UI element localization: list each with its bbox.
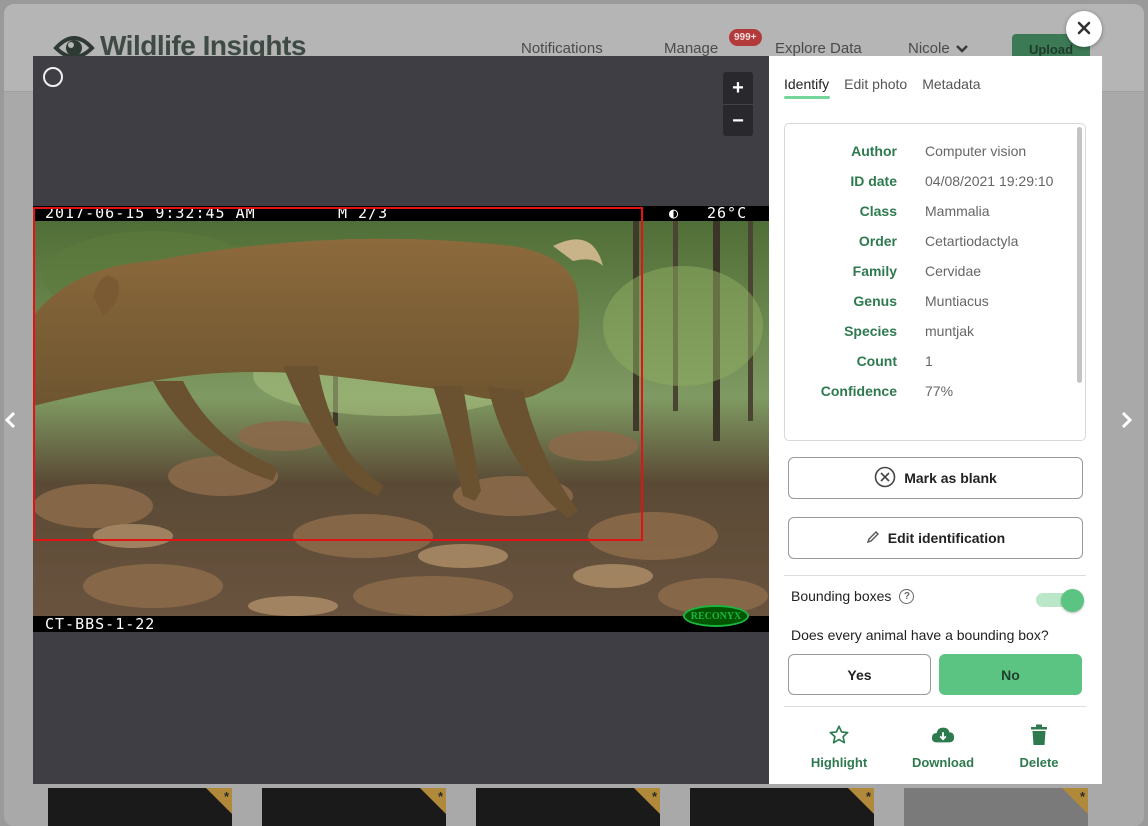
close-icon [1077, 18, 1091, 41]
detail-value: 1 [925, 353, 933, 369]
panel-tabs: Identify Edit photo Metadata [784, 76, 981, 99]
download-label: Download [911, 755, 975, 770]
nav-manage[interactable]: Manage [664, 40, 718, 57]
details-scrollbar[interactable] [1077, 127, 1082, 383]
thumbnail[interactable]: * [262, 788, 446, 826]
reconyx-logo: RECONYX [683, 605, 749, 627]
identification-details-card: Author Computer vision ID date 04/08/2021 … [784, 123, 1086, 441]
detail-value: Mammalia [925, 203, 990, 219]
thumbnail[interactable]: * [690, 788, 874, 826]
star-icon: * [437, 789, 443, 804]
detail-value: Cervidae [925, 263, 982, 279]
bounding-box-question: Does every animal have a bounding box? [791, 627, 1049, 643]
thumbnail[interactable]: * [904, 788, 1088, 826]
detail-label: Author [851, 143, 897, 159]
mark-as-blank-button[interactable]: Mark as blank [788, 457, 1083, 499]
detail-row-id-date: ID date 04/08/2021 19:29:10 [785, 173, 1075, 193]
detail-value: Muntiacus [925, 293, 989, 309]
tab-identify[interactable]: Identify [784, 76, 831, 99]
edit-identification-button[interactable]: Edit identification [788, 517, 1083, 559]
delete-label: Delete [1019, 755, 1059, 770]
zoom-in-button[interactable]: + [723, 72, 753, 104]
star-outline-icon [828, 724, 850, 749]
identify-panel: Identify Edit photo Metadata Author Compu… [769, 56, 1102, 784]
thumbnail-strip: * * * * * [48, 788, 1144, 826]
camera-trap-photo[interactable]: 2017-06-15 9:32:45 AM M 2/3 ◐ 26°C CT-BB… [33, 206, 769, 632]
user-menu[interactable]: Nicole [908, 40, 968, 57]
detail-row-count: Count 1 [785, 353, 1075, 373]
next-image-arrow-icon[interactable] [1117, 408, 1137, 432]
delete-button[interactable]: Delete [999, 724, 1079, 774]
photo-camera-id: CT-BBS-1-22 [45, 615, 156, 632]
circle-select-icon[interactable] [43, 67, 63, 87]
detail-row-genus: Genus Muntiacus [785, 293, 1075, 313]
detail-value: muntjak [925, 323, 975, 339]
close-modal-button[interactable] [1066, 11, 1102, 47]
image-viewer: + − 2017-06-15 9:32:45 AM M 2/3 ◐ 26°C C… [33, 56, 769, 784]
detail-row-author: Author Computer vision [785, 143, 1075, 163]
detail-row-species: Species muntjak [785, 323, 1075, 343]
thumbnail[interactable]: * [48, 788, 232, 826]
detail-label: Species [844, 323, 897, 339]
photo-temperature: 26°C [707, 206, 748, 222]
section-divider [784, 706, 1086, 707]
section-divider [784, 575, 1086, 576]
star-icon: * [1079, 789, 1085, 804]
detail-value: 77% [925, 383, 954, 399]
tab-edit-photo[interactable]: Edit photo [844, 76, 907, 92]
detail-label: Confidence [820, 383, 897, 399]
no-button[interactable]: No [939, 654, 1082, 695]
bounding-box[interactable] [33, 207, 643, 541]
detail-label: ID date [850, 173, 897, 189]
nav-notifications[interactable]: Notifications [521, 40, 603, 57]
trash-icon [1030, 724, 1048, 749]
tab-metadata[interactable]: Metadata [922, 76, 980, 92]
download-button[interactable]: Download [903, 724, 983, 774]
detail-row-class: Class Mammalia [785, 203, 1075, 223]
detail-value: Cetartiodactyla [925, 233, 1019, 249]
zoom-controls: + − [723, 72, 753, 136]
previous-image-arrow-icon[interactable] [0, 408, 20, 432]
thumbnail[interactable]: * [476, 788, 660, 826]
chevron-down-icon [955, 40, 968, 57]
bounding-boxes-toggle[interactable] [1036, 589, 1084, 612]
reconyx-logo-text: RECONYX [690, 610, 742, 622]
detail-label: Genus [853, 293, 897, 309]
detail-value: 04/08/2021 19:29:10 [925, 173, 1054, 189]
bounding-boxes-label: Bounding boxes ? [791, 588, 915, 604]
zoom-out-button[interactable]: − [723, 105, 753, 137]
detail-label: Order [858, 233, 897, 249]
help-icon[interactable]: ? [899, 588, 915, 604]
detail-row-confidence: Confidence 77% [785, 383, 1075, 403]
detail-label: Family [852, 263, 897, 279]
circle-x-icon [874, 466, 896, 491]
bounding-boxes-text: Bounding boxes [791, 588, 892, 604]
manage-count-badge: 999+ [729, 29, 762, 46]
detail-row-order: Order Cetartiodactyla [785, 233, 1075, 253]
moon-phase-icon: ◐ [669, 206, 680, 222]
pencil-icon [866, 530, 880, 547]
detail-label: Class [859, 203, 897, 219]
detail-value: Computer vision [925, 143, 1027, 159]
detail-row-family: Family Cervidae [785, 263, 1075, 283]
star-icon: * [223, 789, 229, 804]
edit-identification-label: Edit identification [887, 530, 1006, 546]
star-icon: * [865, 789, 871, 804]
yes-button[interactable]: Yes [788, 654, 931, 695]
detail-label: Count [856, 353, 897, 369]
highlight-label: Highlight [810, 755, 868, 770]
highlight-button[interactable]: Highlight [799, 724, 879, 774]
mark-as-blank-label: Mark as blank [904, 470, 997, 486]
nav-explore-data[interactable]: Explore Data [775, 40, 862, 57]
cloud-download-icon [931, 724, 955, 749]
star-icon: * [651, 789, 657, 804]
user-name: Nicole [908, 40, 950, 57]
